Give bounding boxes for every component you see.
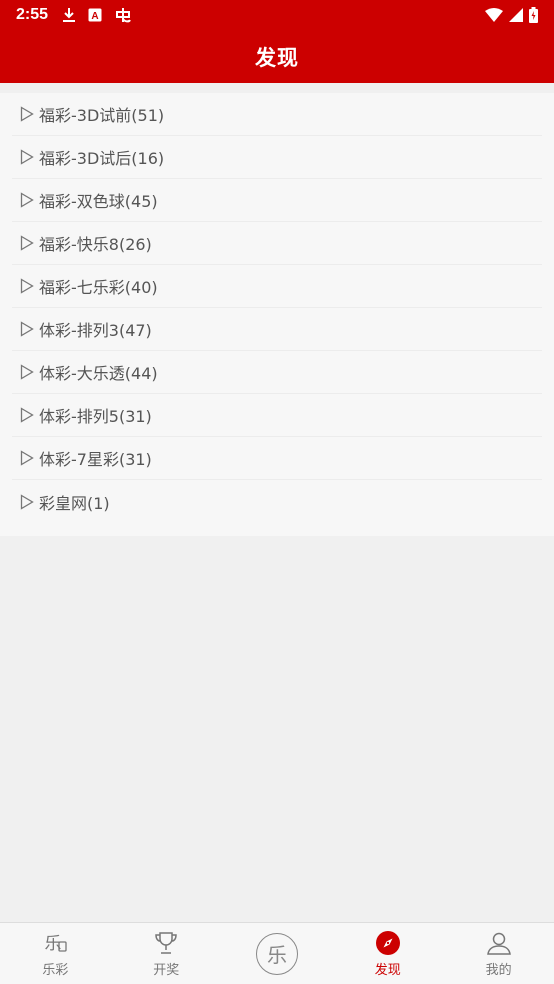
bottom-tab-bar: 乐 乐彩 开奖 乐 发现 我的: [0, 922, 554, 984]
list-item[interactable]: 体彩-排列3(47): [12, 308, 542, 351]
tab-mine[interactable]: 我的: [443, 923, 554, 984]
trophy-icon: [153, 929, 179, 957]
list-item-label: 体彩-大乐透(44): [39, 364, 158, 383]
list-item-label: 福彩-快乐8(26): [39, 235, 152, 254]
play-triangle-icon: [20, 407, 34, 423]
tab-kaijiang[interactable]: 开奖: [111, 923, 222, 984]
list-item[interactable]: 彩皇网(1): [12, 480, 542, 523]
list-item-label: 体彩-排列3(47): [39, 321, 152, 340]
play-triangle-icon: [20, 493, 34, 510]
list-item-label: 体彩-排列5(31): [39, 407, 152, 426]
list-item[interactable]: 福彩-双色球(45): [12, 179, 542, 222]
status-time: 2:55: [16, 6, 49, 23]
play-triangle-icon: [20, 364, 34, 380]
wifi-icon: [485, 8, 503, 22]
tab-label: 开奖: [153, 963, 180, 978]
list-item-label: 体彩-7星彩(31): [39, 450, 152, 469]
signal-icon: [509, 8, 523, 22]
list-item-label: 福彩-七乐彩(40): [39, 278, 158, 297]
list-item[interactable]: 福彩-七乐彩(40): [12, 265, 542, 308]
play-triangle-icon: [20, 450, 34, 466]
app-notification-icon: [114, 6, 132, 24]
tab-label: 我的: [485, 963, 512, 978]
tab-lecai[interactable]: 乐 乐彩: [0, 923, 111, 984]
list-item[interactable]: 福彩-快乐8(26): [12, 222, 542, 265]
list-item[interactable]: 体彩-大乐透(44): [12, 351, 542, 394]
app-header: 发现: [0, 30, 554, 83]
tab-discover[interactable]: 发现: [332, 923, 443, 984]
tab-label: 发现: [374, 963, 401, 978]
page-title: 发现: [255, 45, 299, 70]
battery-icon: [529, 7, 538, 23]
list-item-label: 福彩-3D试后(16): [39, 149, 165, 168]
list-item-label: 福彩-双色球(45): [39, 192, 158, 211]
svg-text:A: A: [91, 11, 98, 22]
play-triangle-icon: [20, 321, 34, 337]
play-triangle-icon: [20, 235, 34, 251]
status-bar: 2:55 A: [0, 0, 554, 30]
download-icon: [62, 7, 76, 23]
play-triangle-icon: [20, 278, 34, 294]
play-triangle-icon: [20, 106, 34, 122]
a-box-icon: A: [88, 8, 102, 22]
list-item-label: 福彩-3D试前(51): [39, 106, 165, 125]
compass-icon: [375, 929, 401, 957]
category-list: 福彩-3D试前(51) 福彩-3D试后(16) 福彩-双色球(45) 福彩-快乐…: [0, 93, 554, 536]
center-logo-icon: 乐: [255, 932, 298, 975]
list-item-label: 彩皇网(1): [39, 493, 110, 513]
play-triangle-icon: [20, 192, 34, 208]
list-item[interactable]: 体彩-7星彩(31): [12, 437, 542, 480]
play-triangle-icon: [20, 149, 34, 165]
list-item[interactable]: 体彩-排列5(31): [12, 394, 542, 437]
tab-center-logo[interactable]: 乐: [222, 923, 333, 984]
lecai-icon: 乐: [42, 929, 68, 957]
list-item[interactable]: 福彩-3D试前(51): [12, 93, 542, 136]
tab-label: 乐彩: [42, 963, 69, 978]
user-icon: [486, 929, 512, 957]
list-item[interactable]: 福彩-3D试后(16): [12, 136, 542, 179]
